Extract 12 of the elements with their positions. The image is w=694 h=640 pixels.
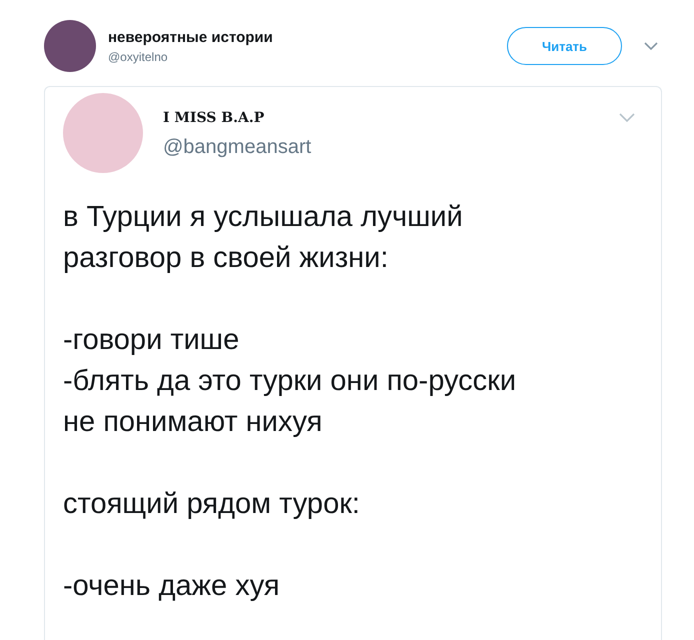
avatar-placeholder[interactable] [44, 20, 96, 72]
author-handle[interactable]: @oxyitelno [108, 50, 507, 64]
tweet-text: в Турции я услышала лучший разговор в своей жизни: [63, 200, 464, 276]
tweet-text: -говори тише -блять да это турки они по-русски не понимают нихуя [63, 323, 518, 440]
chevron-down-icon[interactable] [644, 42, 658, 50]
follow-button[interactable]: Читать [507, 27, 622, 65]
author-name[interactable]: I MISS B.A.P [163, 110, 619, 126]
author-name[interactable]: невероятные истории [108, 28, 507, 46]
tweet-text: -очень даже хуя [63, 569, 281, 604]
author-handle[interactable]: @bangmeansart [163, 136, 619, 159]
tweet-text: стоящий рядом турок: [63, 487, 361, 522]
chevron-down-icon[interactable] [619, 113, 635, 122]
